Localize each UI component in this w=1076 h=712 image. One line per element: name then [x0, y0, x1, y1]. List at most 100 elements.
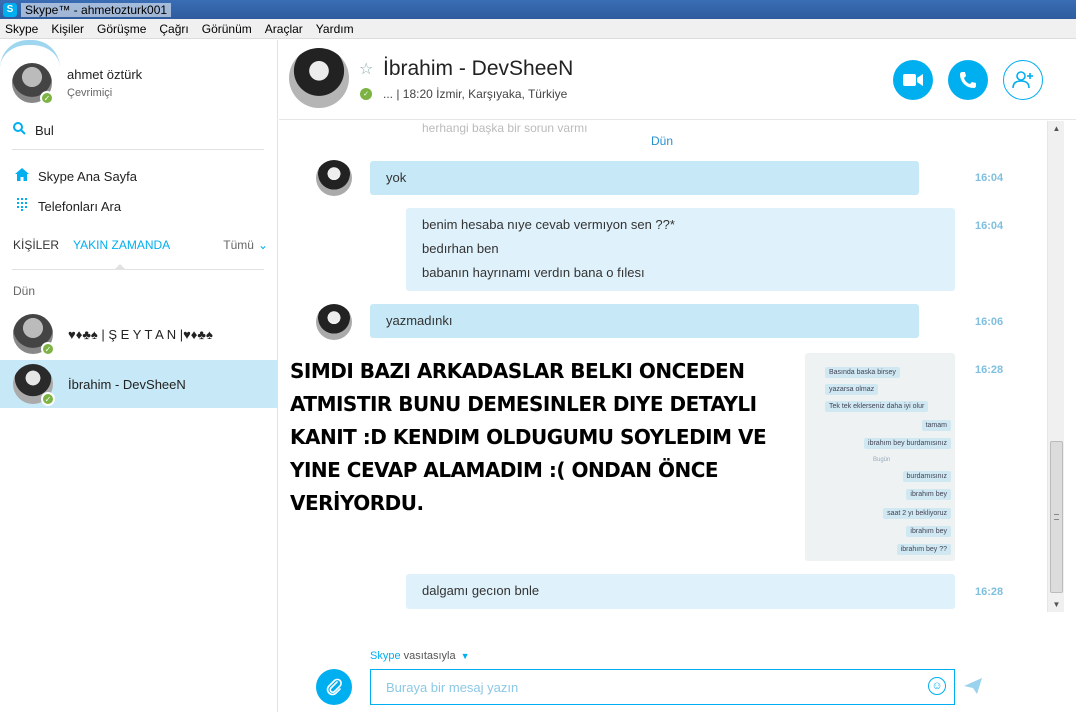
thumb-bubble: yazarsa olmaz	[825, 384, 879, 395]
sidebar-item-label: Telefonları Ara	[38, 198, 122, 214]
annotation-overlay-text: SIMDI BAZI ARKADASLAR BELKI ONCEDEN ATMI…	[290, 359, 767, 515]
thumb-bubble: ibrahım bey	[906, 526, 951, 537]
contact-location-time: ... | 18:20 İzmir, Karşıyaka, Türkiye	[383, 87, 568, 101]
message-sender-avatar[interactable]	[316, 160, 352, 196]
skype-logo-icon: S	[3, 2, 17, 17]
message-text: yazmadınkı	[386, 313, 453, 328]
message-bubble[interactable]: yazmadınkı	[370, 304, 919, 338]
scrollbar-thumb[interactable]	[1050, 441, 1063, 593]
contact-avatar: ✓	[13, 314, 55, 356]
tab-recent[interactable]: YAKIN ZAMANDA	[73, 238, 170, 252]
thumb-day-label: Bugün	[873, 457, 891, 463]
window-title: Skype™ - ahmetozturk001	[21, 2, 172, 17]
emoticon-icon[interactable]: ☺	[928, 677, 946, 695]
video-call-button[interactable]	[893, 60, 933, 100]
menu-bar: Skype Kişiler Görüşme Çağrı Görünüm Araç…	[0, 19, 1076, 39]
contact-profile-picture[interactable]	[289, 48, 349, 108]
via-text: vasıtasıyla	[403, 650, 456, 662]
scroll-down-arrow-icon[interactable]: ▼	[1048, 597, 1065, 611]
send-via-selector[interactable]: Skype vasıtasıyla ▼	[370, 650, 470, 662]
conversation-title: İbrahim - DevSheeN	[383, 57, 574, 80]
chevron-down-icon: ⌄	[257, 238, 268, 252]
thumb-bubble: Basında baska birsey	[825, 367, 900, 378]
thumb-bubble: ibrahım bey ??	[896, 544, 951, 555]
message-bubble[interactable]: yok	[370, 161, 919, 195]
menu-skype[interactable]: Skype	[5, 22, 38, 36]
message-bubble[interactable]: dalgamı gecıon bnle	[406, 574, 955, 609]
tab-contacts[interactable]: KİŞİLER	[13, 238, 59, 252]
profile-status[interactable]: Çevrimiçi	[67, 87, 142, 99]
menu-view[interactable]: Görünüm	[202, 22, 252, 36]
day-separator: Dün	[651, 134, 674, 148]
add-people-button[interactable]	[1003, 60, 1043, 100]
online-check-icon: ✓	[41, 342, 55, 356]
sidebar-item-skype-home[interactable]: Skype Ana Sayfa	[13, 168, 137, 184]
thumb-bubble: saat 2 yı bekliyoruz	[883, 508, 951, 519]
user-avatar: ✓	[12, 63, 54, 105]
message-timestamp: 16:28	[975, 586, 1004, 598]
message-sender-avatar[interactable]	[316, 304, 352, 340]
conversation-header: ☆ İbrahim - DevSheeN ✓ ... | 18:20 İzmir…	[279, 40, 1076, 120]
message-timestamp: 16:28	[975, 364, 1004, 376]
search-button[interactable]: Bul	[13, 122, 54, 138]
favorite-star-icon[interactable]: ☆	[359, 59, 373, 79]
online-check-icon: ✓	[41, 392, 55, 406]
add-person-icon	[1012, 71, 1033, 89]
menu-conversation[interactable]: Görüşme	[97, 22, 146, 36]
sidebar: ✓ ahmet öztürk Çevrimiçi Bul Skype Ana S…	[0, 40, 278, 712]
contact-avatar: ✓	[13, 364, 55, 406]
contact-tabs: KİŞİLER YAKIN ZAMANDA Tümü ⌄	[13, 238, 268, 252]
thumb-bubble: tamam	[921, 420, 951, 431]
sidebar-item-label: Skype Ana Sayfa	[38, 168, 138, 184]
thumb-bubble: burdamısınız	[902, 471, 951, 482]
active-tab-indicator	[114, 264, 126, 270]
contact-name: İbrahim - DevSheeN	[68, 376, 186, 392]
divider	[12, 269, 264, 270]
send-button[interactable]	[964, 678, 982, 699]
message-text: yok	[386, 170, 407, 185]
message-text: dalgamı gecıon bnle	[422, 583, 540, 598]
menu-help[interactable]: Yardım	[316, 22, 354, 36]
profile-name: ahmet öztürk	[67, 67, 143, 82]
thumb-bubble: ibrahım bey burdamısınız	[864, 438, 951, 449]
cut-off-message: herhangi başka bir sorun varmı	[422, 121, 588, 135]
home-icon	[13, 168, 31, 184]
message-bubble[interactable]: benim hesaba nıye cevab vermıyon sen ??*…	[406, 208, 955, 291]
profile-card[interactable]: ✓ ahmet öztürk Çevrimiçi	[12, 63, 143, 105]
message-timestamp: 16:04	[975, 220, 1004, 232]
send-arrow-icon	[964, 678, 982, 694]
menu-tools[interactable]: Araçlar	[265, 22, 303, 36]
paperclip-icon	[326, 678, 342, 696]
search-label: Bul	[35, 122, 54, 138]
phone-icon	[960, 72, 976, 88]
attach-file-button[interactable]	[316, 669, 352, 705]
section-label-yesterday: Dün	[13, 284, 36, 298]
video-camera-icon	[903, 74, 923, 86]
contact-name: ♥♦♣♠ | Ş E Y T A N |♥♦♣♠	[68, 326, 213, 342]
filter-dropdown[interactable]: Tümü ⌄	[223, 238, 268, 252]
divider	[12, 149, 264, 150]
message-input[interactable]	[371, 670, 911, 704]
message-text: bedırhan ben	[422, 241, 499, 256]
grip-icon	[1054, 514, 1059, 520]
scroll-up-arrow-icon[interactable]: ▲	[1048, 121, 1065, 135]
dialpad-icon	[13, 198, 31, 214]
filter-label: Tümü	[223, 238, 254, 252]
online-check-icon: ✓	[360, 88, 372, 100]
message-composer: ☺	[370, 669, 955, 705]
contact-item[interactable]: ✓ ♥♦♣♠ | Ş E Y T A N |♥♦♣♠	[0, 310, 277, 358]
sidebar-item-call-phones[interactable]: Telefonları Ara	[13, 198, 121, 214]
online-check-icon: ✓	[40, 91, 54, 105]
message-scrollbar[interactable]: ▲ ▼	[1047, 121, 1064, 612]
message-timestamp: 16:04	[975, 172, 1004, 184]
voice-call-button[interactable]	[948, 60, 988, 100]
message-text: benim hesaba nıye cevab vermıyon sen ??*	[422, 217, 675, 232]
menu-call[interactable]: Çağrı	[159, 22, 188, 36]
message-history: herhangi başka bir sorun varmı Dün yok 1…	[279, 121, 1047, 636]
thumb-bubble: Tek tek eklerseniz daha iyi olur	[825, 401, 929, 412]
contact-item-selected[interactable]: ✓ İbrahim - DevSheeN	[0, 360, 277, 408]
menu-contacts[interactable]: Kişiler	[51, 22, 84, 36]
search-icon	[13, 122, 26, 138]
shared-image-thumbnail[interactable]: Basında baska birsey yazarsa olmaz Tek t…	[805, 353, 955, 561]
thumb-bubble: ibrahım bey	[906, 489, 951, 500]
